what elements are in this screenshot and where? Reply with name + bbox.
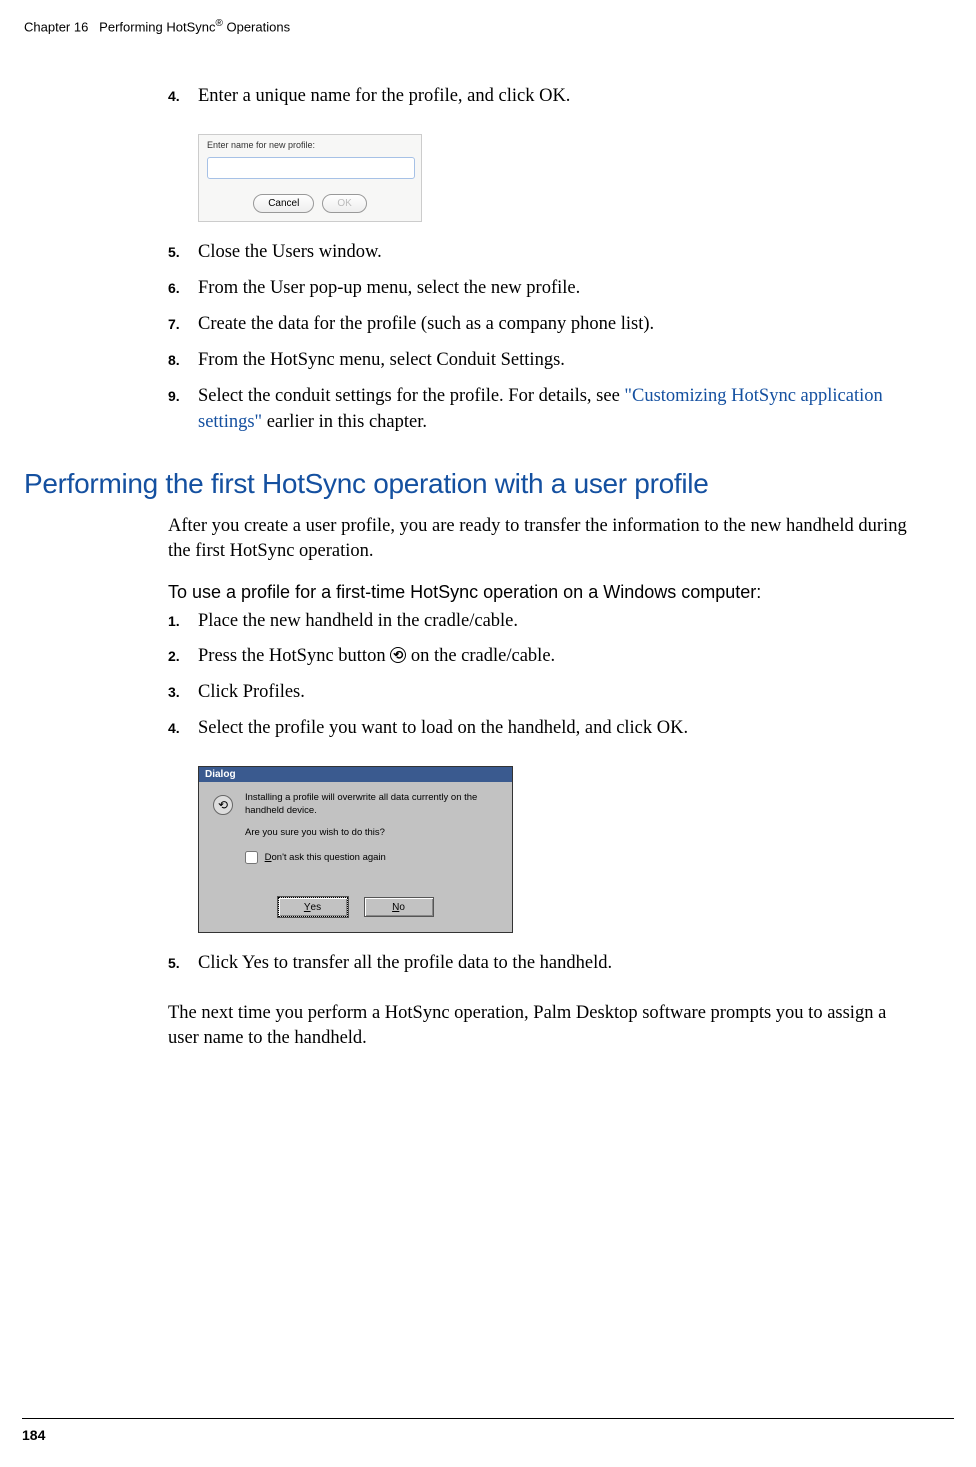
dont-ask-checkbox-row: Don't ask this question again bbox=[245, 851, 386, 864]
step-item: 4. Enter a unique name for the profile, … bbox=[168, 84, 911, 110]
no-button[interactable]: No bbox=[364, 897, 434, 917]
dialog-titlebar: Dialog bbox=[199, 767, 512, 782]
dialog-label: Enter name for new profile: bbox=[207, 140, 315, 150]
step-item: 3. Click Profiles. bbox=[168, 680, 911, 706]
closing-paragraph: The next time you perform a HotSync oper… bbox=[168, 1001, 911, 1051]
step-number: 5. bbox=[168, 240, 198, 266]
step-item: 7. Create the data for the profile (such… bbox=[168, 312, 911, 338]
step-text: Place the new handheld in the cradle/cab… bbox=[198, 609, 911, 635]
dialog-button-row: Yes No bbox=[199, 897, 512, 917]
dont-ask-checkbox[interactable] bbox=[245, 851, 258, 864]
step-number: 5. bbox=[168, 951, 198, 977]
step-number: 4. bbox=[168, 716, 198, 742]
step-item: 5. Click Yes to transfer all the profile… bbox=[168, 951, 911, 977]
chapter-label: Chapter 16 bbox=[24, 19, 88, 34]
no-label-rest: o bbox=[399, 902, 405, 913]
step-prefix: Press the HotSync button bbox=[198, 646, 390, 666]
step-prefix: Select the conduit settings for the prof… bbox=[198, 386, 624, 406]
ok-button[interactable]: OK bbox=[322, 194, 366, 213]
chapter-title-part1: Performing HotSync bbox=[99, 19, 215, 34]
confirmation-dialog: Dialog ⟲ Installing a profile will overw… bbox=[198, 766, 513, 933]
checkbox-label: Don't ask this question again bbox=[265, 852, 386, 863]
mnemonic: N bbox=[392, 902, 399, 913]
step-text: Press the HotSync button on the cradle/c… bbox=[198, 644, 911, 670]
step-text: Enter a unique name for the profile, and… bbox=[198, 84, 911, 110]
step-text: Click Profiles. bbox=[198, 680, 911, 706]
step-number: 8. bbox=[168, 348, 198, 374]
step-number: 9. bbox=[168, 384, 198, 436]
profile-name-input[interactable] bbox=[207, 157, 415, 179]
footer-rule bbox=[22, 1418, 954, 1419]
mnemonic: D bbox=[265, 852, 272, 863]
step-item: 8. From the HotSync menu, select Conduit… bbox=[168, 348, 911, 374]
yes-button[interactable]: Yes bbox=[278, 897, 348, 917]
step-text: Create the data for the profile (such as… bbox=[198, 312, 911, 338]
step-number: 6. bbox=[168, 276, 198, 302]
page-number: 184 bbox=[22, 1427, 45, 1443]
step-text: Select the profile you want to load on t… bbox=[198, 716, 911, 742]
step-item: 6. From the User pop-up menu, select the… bbox=[168, 276, 911, 302]
warning-icon: ⟲ bbox=[213, 795, 233, 815]
registered-mark: ® bbox=[216, 18, 223, 29]
step-text: Click Yes to transfer all the profile da… bbox=[198, 951, 911, 977]
step-item: 4. Select the profile you want to load o… bbox=[168, 716, 911, 742]
step-suffix: on the cradle/cable. bbox=[406, 646, 555, 666]
mnemonic: Y bbox=[304, 902, 311, 913]
step-list-d: 5. Click Yes to transfer all the profile… bbox=[168, 951, 911, 977]
step-number: 7. bbox=[168, 312, 198, 338]
step-text: From the User pop-up menu, select the ne… bbox=[198, 276, 911, 302]
step-number: 4. bbox=[168, 84, 198, 110]
dialog-warning-text: Installing a profile will overwrite all … bbox=[245, 791, 500, 818]
yes-label-rest: es bbox=[311, 902, 322, 913]
profile-name-dialog: Enter name for new profile: Cancel OK bbox=[198, 134, 422, 222]
chapter-title-part2: Operations bbox=[223, 19, 290, 34]
step-item: 9. Select the conduit settings for the p… bbox=[168, 384, 911, 436]
step-number: 3. bbox=[168, 680, 198, 706]
step-text: From the HotSync menu, select Conduit Se… bbox=[198, 348, 911, 374]
step-list-c: 1. Place the new handheld in the cradle/… bbox=[168, 609, 911, 743]
step-item: 1. Place the new handheld in the cradle/… bbox=[168, 609, 911, 635]
section-intro-paragraph: After you create a user profile, you are… bbox=[168, 514, 911, 564]
step-list-b: 5. Close the Users window. 6. From the U… bbox=[168, 240, 911, 435]
step-number: 1. bbox=[168, 609, 198, 635]
hotsync-icon bbox=[390, 647, 406, 663]
procedure-heading: To use a profile for a first-time HotSyn… bbox=[168, 582, 911, 603]
checkbox-label-rest: on't ask this question again bbox=[272, 852, 386, 863]
step-text: Select the conduit settings for the prof… bbox=[198, 384, 911, 436]
cancel-button[interactable]: Cancel bbox=[253, 194, 314, 213]
step-item: 2. Press the HotSync button on the cradl… bbox=[168, 644, 911, 670]
step-list-a: 4. Enter a unique name for the profile, … bbox=[168, 84, 911, 110]
step-item: 5. Close the Users window. bbox=[168, 240, 911, 266]
step-suffix: earlier in this chapter. bbox=[262, 412, 427, 432]
page-content: 4. Enter a unique name for the profile, … bbox=[0, 34, 976, 1051]
dialog-question-text: Are you sure you wish to do this? bbox=[245, 827, 385, 838]
section-heading: Performing the first HotSync operation w… bbox=[24, 468, 911, 500]
page-header: Chapter 16 Performing HotSync® Operation… bbox=[0, 0, 976, 34]
step-text: Close the Users window. bbox=[198, 240, 911, 266]
dialog-button-row: Cancel OK bbox=[199, 194, 421, 213]
step-number: 2. bbox=[168, 644, 198, 670]
